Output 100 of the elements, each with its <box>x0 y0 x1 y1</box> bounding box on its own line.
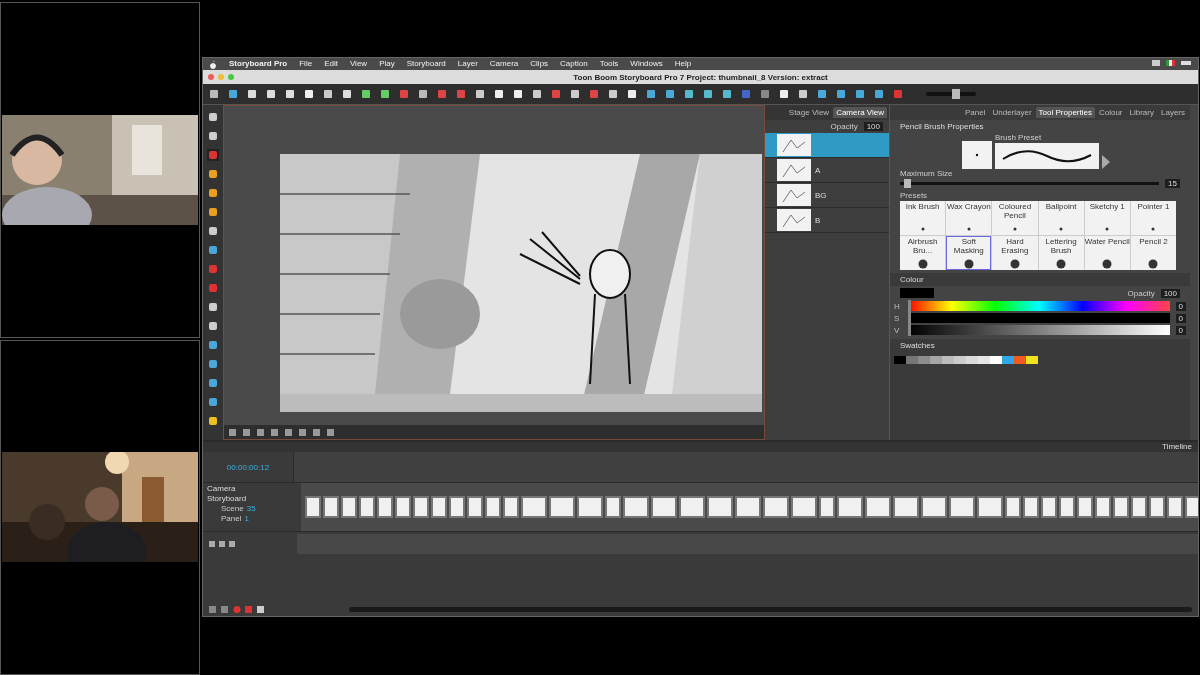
opacity-field[interactable]: 100 <box>863 122 883 131</box>
panel-thumbnail[interactable] <box>305 496 321 518</box>
panel-thumbnail[interactable] <box>521 496 547 518</box>
panel-thumbnail[interactable] <box>837 496 863 518</box>
panel-thumbnail[interactable] <box>341 496 357 518</box>
colour-swatch[interactable] <box>990 356 1002 364</box>
menu-item[interactable]: View <box>349 59 368 69</box>
menu-item[interactable]: Edit <box>324 59 338 69</box>
panel-thumbnail[interactable] <box>949 496 975 518</box>
brush-preset[interactable]: Lettering Brush <box>1038 236 1084 270</box>
colour-swatch[interactable] <box>918 356 930 364</box>
brush-preset[interactable]: Pointer 1 <box>1130 201 1176 235</box>
brush-preset[interactable]: Coloured Pencil <box>992 201 1038 235</box>
brush-preset[interactable]: Water Pencil <box>1084 236 1130 270</box>
colour-swatch[interactable] <box>978 356 990 364</box>
panel-thumbnail[interactable] <box>449 496 465 518</box>
panel-thumbnail[interactable] <box>893 496 919 518</box>
colour-swatch[interactable] <box>942 356 954 364</box>
opacity-field[interactable]: 100 <box>1160 288 1180 298</box>
panel-thumbnail[interactable] <box>977 496 1003 518</box>
size-field[interactable]: 15 <box>1165 179 1180 188</box>
colour-swatch[interactable] <box>1014 356 1026 364</box>
panel-tab[interactable]: Tool Properties <box>1035 107 1095 118</box>
panel-thumbnail[interactable] <box>503 496 519 518</box>
colour-slider[interactable] <box>908 325 1170 335</box>
panel-thumbnail[interactable] <box>865 496 891 518</box>
panel-tab[interactable]: Underlayer <box>989 107 1035 118</box>
menu-item[interactable]: Storyboard <box>406 59 446 69</box>
menu-item[interactable]: Help <box>674 59 692 69</box>
panel-thumbnail[interactable] <box>1023 496 1039 518</box>
colour-slider[interactable] <box>908 313 1170 323</box>
brush-preset[interactable]: Pencil 2 <box>1130 236 1176 270</box>
brush-preset[interactable]: Sketchy 1 <box>1084 201 1130 235</box>
panel-thumbnail[interactable] <box>413 496 429 518</box>
panel-thumbnail[interactable] <box>735 496 761 518</box>
panel-thumbnail[interactable] <box>1167 496 1183 518</box>
panel-thumbnail[interactable] <box>577 496 603 518</box>
panel-thumbnail[interactable] <box>431 496 447 518</box>
brush-preset[interactable]: Wax Crayon <box>946 201 992 235</box>
panel-thumbnail[interactable] <box>679 496 705 518</box>
colour-swatch[interactable] <box>894 356 906 364</box>
colour-swatch[interactable] <box>954 356 966 364</box>
menu-item[interactable]: Storyboard Pro <box>229 59 288 69</box>
panel-thumbnail[interactable] <box>1077 496 1093 518</box>
menu-item[interactable]: File <box>299 59 313 69</box>
panel-tab[interactable]: Library <box>1126 107 1157 118</box>
view-tab[interactable]: Camera View <box>833 107 887 118</box>
panel-thumbnail[interactable] <box>377 496 393 518</box>
colour-swatch[interactable] <box>966 356 978 364</box>
channel-field[interactable]: 0 <box>1175 313 1186 323</box>
menu-item[interactable]: Tools <box>599 59 619 69</box>
panel-thumbnail[interactable] <box>1005 496 1021 518</box>
panel-thumbnail[interactable] <box>323 496 339 518</box>
layer-row[interactable] <box>765 133 889 158</box>
size-slider[interactable] <box>900 182 1160 185</box>
panel-thumbnail[interactable] <box>623 496 649 518</box>
panel-thumbnail[interactable] <box>485 496 501 518</box>
panel-thumbnail[interactable] <box>1149 496 1165 518</box>
layer-row[interactable]: BG <box>765 183 889 208</box>
menu-item[interactable]: Layer <box>457 59 478 69</box>
colour-swatch[interactable] <box>906 356 918 364</box>
panel-thumbnail[interactable] <box>651 496 677 518</box>
brush-preset[interactable]: Airbrush Bru... <box>900 236 946 270</box>
panel-thumbnail[interactable] <box>1113 496 1129 518</box>
panel-thumbnail[interactable] <box>707 496 733 518</box>
panel-thumbnail[interactable] <box>549 496 575 518</box>
panel-thumbnail[interactable] <box>1131 496 1147 518</box>
layer-row[interactable]: B <box>765 208 889 233</box>
panel-thumbnail[interactable] <box>395 496 411 518</box>
preset-name: Ink Brush <box>905 202 940 211</box>
menu-item[interactable]: Camera <box>489 59 519 69</box>
channel-field[interactable]: 0 <box>1175 301 1186 311</box>
panel-tab[interactable]: Colour <box>1095 107 1126 118</box>
brush-preset[interactable]: Ballpoint <box>1038 201 1084 235</box>
panel-thumbnail[interactable] <box>359 496 375 518</box>
panel-tab[interactable]: Layers <box>1158 107 1188 118</box>
panel-thumbnail[interactable] <box>921 496 947 518</box>
colour-swatch[interactable] <box>1002 356 1014 364</box>
layer-row[interactable]: A <box>765 158 889 183</box>
panel-tab[interactable]: Panel <box>962 107 989 118</box>
brush-preset[interactable]: Ink Brush <box>900 201 946 235</box>
panel-thumbnail[interactable] <box>605 496 621 518</box>
panel-thumbnail[interactable] <box>791 496 817 518</box>
panel-thumbnail[interactable] <box>467 496 483 518</box>
colour-swatch[interactable] <box>930 356 942 364</box>
brush-preset[interactable]: Hard Erasing <box>992 236 1038 270</box>
menu-item[interactable]: Clips <box>530 59 549 69</box>
brush-preset[interactable]: Soft Masking <box>946 236 992 270</box>
menu-item[interactable]: Windows <box>630 59 663 69</box>
panel-thumbnail[interactable] <box>819 496 835 518</box>
panel-thumbnail[interactable] <box>1059 496 1075 518</box>
colour-slider[interactable] <box>908 301 1170 311</box>
panel-thumbnail[interactable] <box>1095 496 1111 518</box>
panel-thumbnail[interactable] <box>1041 496 1057 518</box>
menu-item[interactable]: Caption <box>560 59 588 69</box>
menu-item[interactable]: Play <box>379 59 395 69</box>
colour-swatch[interactable] <box>1026 356 1038 364</box>
view-tab[interactable]: Stage View <box>785 107 833 118</box>
channel-field[interactable]: 0 <box>1175 325 1186 335</box>
panel-thumbnail[interactable] <box>763 496 789 518</box>
